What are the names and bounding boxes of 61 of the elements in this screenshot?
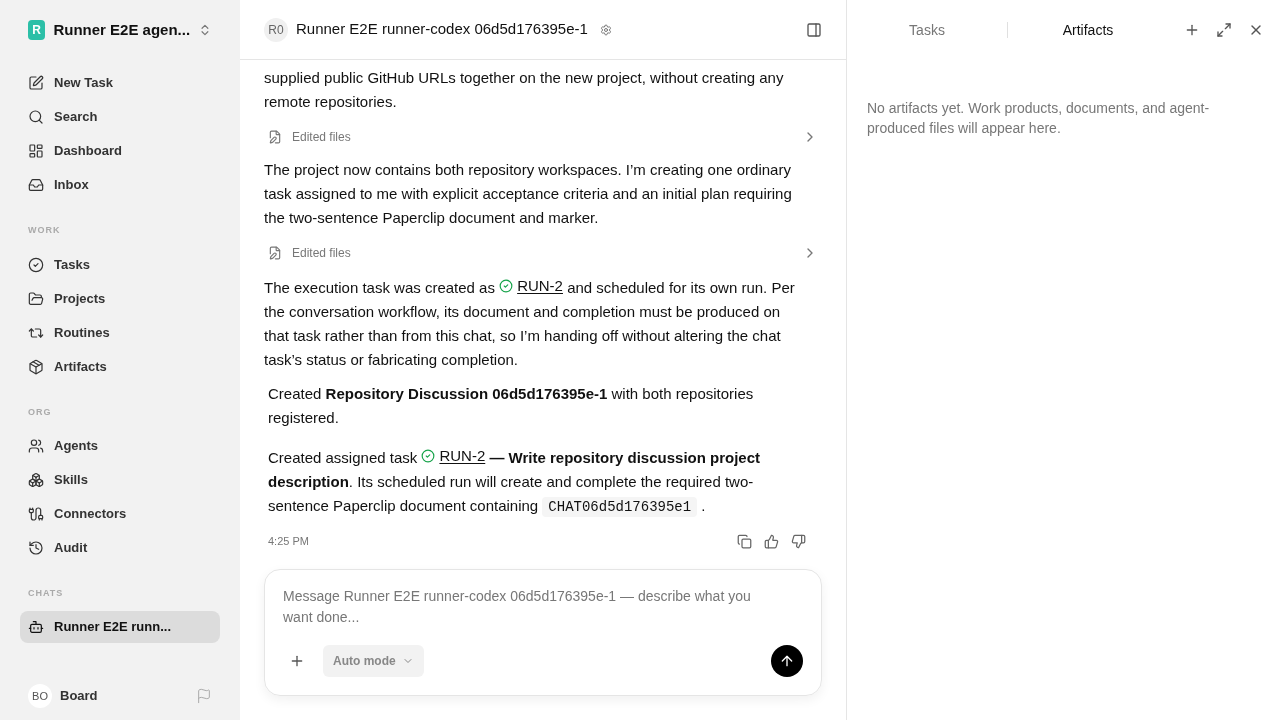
search-icon <box>28 109 44 125</box>
file-edit-icon <box>268 246 282 260</box>
nav-item[interactable]: Skills <box>20 463 220 497</box>
nav-item[interactable]: Search <box>20 100 220 134</box>
nav-item[interactable]: Routines <box>20 315 220 350</box>
message-text: Created assigned task RUN-2 — Write repository discussion project description. Its scheduled run will create and complete the required two-sentence Paperclip document containing CHAT06d5d176395e1 . <box>268 444 803 519</box>
panel-toggle-icon[interactable] <box>806 21 822 38</box>
chat-title: Runner E2E runner-codex 06d5d176395e-1 <box>296 19 588 40</box>
plug-icon <box>28 506 44 522</box>
section-label: WORK <box>27 224 62 237</box>
message-text: Created Repository Discussion 06d5d176395e-1 with both repositories registered. <box>268 384 755 428</box>
thumbs-up-icon[interactable] <box>764 533 779 549</box>
file-edit-icon <box>268 130 282 144</box>
plus-icon[interactable] <box>1184 22 1200 38</box>
edited-files-row[interactable]: Edited files <box>264 120 822 154</box>
user-name[interactable]: Board <box>60 686 188 706</box>
copy-icon[interactable] <box>737 533 752 549</box>
workspace-name[interactable]: Runner E2E agen... <box>53 18 191 42</box>
history-icon <box>28 540 44 556</box>
people-icon <box>28 438 44 454</box>
nav-item[interactable]: Audit <box>20 531 220 565</box>
folder-icon <box>28 290 44 307</box>
check-circle-icon <box>499 279 514 293</box>
inline-code: CHAT06d5d176395e1 <box>542 497 698 517</box>
nav-item[interactable]: Projects <box>20 281 220 316</box>
inbox-icon <box>28 177 44 193</box>
task-link[interactable]: RUN-2 <box>439 444 486 468</box>
nav-item[interactable]: Inbox <box>20 168 220 202</box>
message-text: The execution task was created as RUN-2 and scheduled for its own run. Per the conversation workflow, its document and completion must be produced on that task rather than from this chat, so I’m handing off without altering the chat task’s status or fabricating completion. <box>264 274 799 372</box>
dashboard-icon <box>28 143 44 159</box>
message-text: The project now contains both repository workspaces. I’m creating one ordinary task assigned to me with explicit acceptance criteria and an initial plan requiring the two-sentence Paperclip document and marker. <box>264 160 793 228</box>
timestamp: 4:25 PM <box>268 534 310 549</box>
section-label: CHATS <box>27 587 65 600</box>
user-avatar: BO <box>28 684 52 708</box>
expand-icon[interactable] <box>1216 22 1232 38</box>
check-circle-icon <box>421 449 436 463</box>
task-link[interactable]: RUN-2 <box>517 274 563 298</box>
cubes-icon <box>28 472 44 488</box>
check-circle-icon <box>28 256 44 273</box>
nav-item[interactable]: Tasks <box>20 247 220 282</box>
thumbs-down-icon[interactable] <box>791 533 806 549</box>
nav-item[interactable]: Dashboard <box>20 134 220 168</box>
nav-item[interactable]: Connectors <box>20 497 220 531</box>
message-text: supplied public GitHub URLs together on the new project, without creating any remote repositories. <box>264 68 785 112</box>
box-icon <box>28 358 44 375</box>
edited-files-row[interactable]: Edited files <box>264 236 822 270</box>
workspace-logo: R <box>28 20 46 40</box>
panel-tab[interactable]: Artifacts <box>1008 19 1168 41</box>
section-label: ORG <box>27 405 53 419</box>
nav-item[interactable]: Artifacts <box>20 349 220 384</box>
empty-state-text: No artifacts yet. Work products, documents, and agent-produced files will appear here. <box>866 99 1211 138</box>
chat-avatar: R0 <box>264 17 288 42</box>
robot-icon <box>28 618 44 635</box>
nav-item[interactable]: New Task <box>20 66 220 100</box>
chat-item[interactable]: Runner E2E runn... <box>20 610 220 643</box>
plus-icon[interactable] <box>289 653 305 669</box>
nav-item[interactable]: Agents <box>20 429 220 463</box>
edit-icon <box>28 75 44 91</box>
send-button[interactable] <box>771 645 803 677</box>
panel-tab[interactable]: Tasks <box>847 19 1007 41</box>
settings-icon[interactable] <box>599 23 612 36</box>
